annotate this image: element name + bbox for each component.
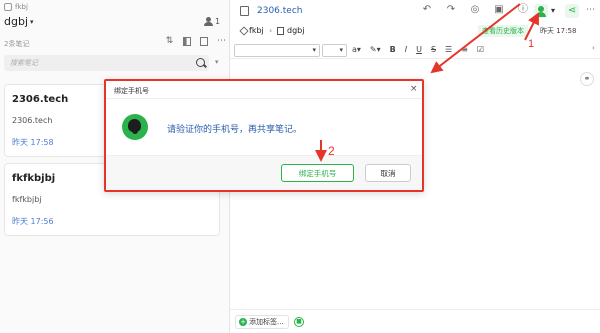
- note-stack-icon[interactable]: [200, 37, 208, 46]
- font-color-icon[interactable]: a▾: [352, 45, 361, 54]
- note-card-snippet: fkfkbjbj: [12, 195, 42, 204]
- add-tag-label: 添加标签...: [249, 318, 284, 326]
- note-card-time: 昨天 17:58: [12, 138, 54, 147]
- sort-icon[interactable]: ⇅: [165, 37, 174, 46]
- notebook-breadcrumb[interactable]: fkbj: [4, 3, 28, 11]
- editor-header: 2306.tech ↶ ↷ ◎ ▣ ⓘ ▾ ⋖ ⋯: [230, 0, 600, 22]
- checkbox-icon[interactable]: ☑: [477, 45, 484, 54]
- annotation-number-1: 1: [528, 38, 535, 50]
- notebook-icon: [277, 27, 284, 35]
- shared-count: 1: [215, 17, 221, 26]
- share-person-button[interactable]: [534, 4, 548, 18]
- italic-icon[interactable]: I: [405, 45, 407, 54]
- notebook-icon: [4, 3, 12, 11]
- breadcrumb-notebook[interactable]: fkbj: [249, 26, 264, 35]
- elephant-icon: [128, 119, 141, 134]
- chevron-down-icon: ▾: [339, 46, 343, 54]
- notebook-title-dropdown[interactable]: dgbj ▾: [4, 15, 34, 28]
- font-family-select[interactable]: ▾: [234, 44, 320, 57]
- editor-actions: ↶ ↷ ◎ ▣ ⓘ: [422, 5, 528, 15]
- breadcrumb-separator: ›: [269, 26, 273, 35]
- highlight-icon[interactable]: ✎▾: [370, 45, 381, 54]
- link-icon[interactable]: ⚭: [580, 72, 594, 86]
- people-icon: [204, 17, 213, 26]
- format-buttons: a▾ ✎▾ B I U S ☰ ≡ ☑: [352, 45, 484, 54]
- notebook-stack-icon: [239, 26, 249, 36]
- trash-icon[interactable]: ■: [294, 317, 304, 327]
- document-icon: [240, 6, 249, 16]
- globe-icon[interactable]: ◎: [470, 5, 480, 15]
- plus-icon: +: [239, 318, 247, 326]
- redo-icon[interactable]: ↷: [446, 5, 456, 15]
- underline-icon[interactable]: U: [416, 45, 422, 54]
- chevron-down-icon: ▾: [312, 46, 316, 54]
- numbered-list-icon[interactable]: ≡: [461, 45, 468, 54]
- note-card-title: 2306.tech: [12, 94, 69, 105]
- chevron-down-icon: ▾: [30, 17, 34, 26]
- evernote-logo-icon: [122, 114, 148, 140]
- info-icon[interactable]: ⓘ: [518, 5, 528, 15]
- annotation-number-2: 2: [328, 144, 335, 158]
- dialog-footer: 绑定手机号 取消: [106, 155, 422, 190]
- updated-time: 昨天 17:58: [540, 27, 577, 35]
- cancel-button[interactable]: 取消: [365, 164, 411, 182]
- note-card-snippet: 2306.tech: [12, 116, 53, 125]
- list-icon[interactable]: ☰: [445, 45, 452, 54]
- note-card-time: 昨天 17:56: [12, 217, 54, 226]
- shared-users-button[interactable]: 1: [204, 17, 220, 26]
- breadcrumb: fkbj › dgbj 查看历史版本 昨天 17:58: [230, 23, 600, 39]
- search-icon[interactable]: [196, 58, 205, 67]
- search-input[interactable]: 搜索笔记: [4, 55, 209, 71]
- bind-phone-dialog: 绑定手机号 × 请验证你的手机号，再共享笔记。 绑定手机号 取消: [104, 79, 424, 192]
- view-toggle-icon[interactable]: [183, 37, 191, 46]
- note-count: 2条笔记: [4, 40, 30, 48]
- notebook-small-label: fkbj: [15, 3, 28, 11]
- share-chevron-down-icon[interactable]: ▾: [551, 6, 555, 15]
- share-icon[interactable]: ⋖: [565, 4, 579, 18]
- history-button[interactable]: 查看历史版本: [478, 25, 528, 37]
- note-card-title: fkfkbjbj: [12, 173, 56, 184]
- present-icon[interactable]: ▣: [494, 5, 504, 15]
- person-icon-body: [536, 12, 546, 17]
- more-icon[interactable]: ⋯: [586, 5, 595, 15]
- strikethrough-icon[interactable]: S: [431, 45, 436, 54]
- close-icon[interactable]: ×: [410, 84, 418, 94]
- notebook-title: dgbj: [4, 15, 29, 28]
- font-size-select[interactable]: ▾: [322, 44, 347, 57]
- note-title[interactable]: 2306.tech: [257, 6, 302, 16]
- toolbar-overflow-icon[interactable]: ›: [592, 44, 595, 52]
- more-icon[interactable]: ⋯: [217, 37, 226, 46]
- add-tag-button[interactable]: + 添加标签...: [235, 315, 289, 329]
- search-placeholder: 搜索笔记: [10, 59, 38, 67]
- editor-footer: + 添加标签... ■: [230, 309, 600, 333]
- list-toolbar: ⇅ ⋯: [165, 37, 226, 46]
- format-toolbar: ▾ ▾ a▾ ✎▾ B I U S ☰ ≡ ☑: [230, 43, 600, 59]
- bold-icon[interactable]: B: [390, 45, 396, 54]
- dialog-title: 绑定手机号: [114, 87, 149, 95]
- breadcrumb-stack[interactable]: dgbj: [287, 26, 304, 35]
- dialog-message: 请验证你的手机号，再共享笔记。: [167, 125, 303, 135]
- undo-icon[interactable]: ↶: [422, 5, 432, 15]
- bind-phone-button[interactable]: 绑定手机号: [281, 164, 354, 182]
- search-options-chevron-icon[interactable]: ▾: [215, 58, 219, 66]
- dialog-header: 绑定手机号 ×: [106, 81, 422, 99]
